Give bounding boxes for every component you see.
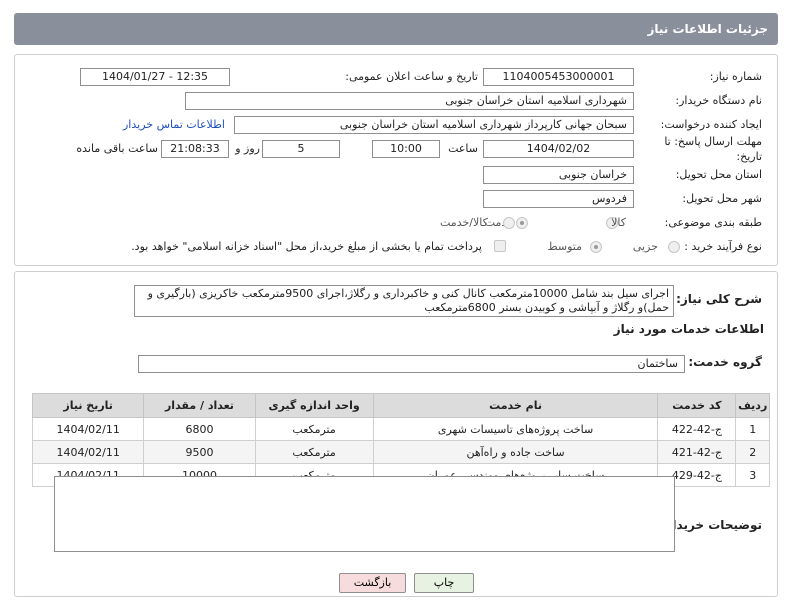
- table-header-row: ردیف کد خدمت نام خدمت واحد اندازه گیری ت…: [31, 393, 770, 418]
- col-row-number: ردیف: [735, 393, 770, 418]
- purchase-minor-radio[interactable]: [668, 241, 680, 253]
- general-desc-label: شرح کلی نیاز:: [676, 292, 762, 306]
- purchase-minor-label: جزیی: [632, 240, 658, 253]
- table-row: 1 ج-42-422 ساخت پروژه‌های تاسیسات شهری م…: [31, 417, 770, 441]
- deadline-time-field: 10:00: [372, 140, 440, 158]
- deadline-date-field: 1404/02/02: [483, 140, 634, 158]
- col-service-code: کد خدمت: [657, 393, 737, 418]
- cell-need-date: 1404/02/11: [31, 440, 145, 464]
- province-label: استان محل تحویل:: [675, 168, 762, 181]
- buyer-org-label: نام دستگاه خریدار:: [675, 94, 762, 107]
- remaining-time-label: ساعت باقی مانده: [76, 142, 158, 155]
- category-label: طبقه بندی موضوعی:: [664, 216, 762, 229]
- buyer-contact-link[interactable]: اطلاعات تماس خریدار: [123, 118, 225, 131]
- back-button[interactable]: بازگشت: [339, 573, 406, 593]
- need-number-label: شماره نیاز:: [709, 70, 762, 83]
- cell-service-name: ساخت پروژه‌های تاسیسات شهری: [372, 417, 659, 441]
- category-goods-service-radio[interactable]: [503, 217, 515, 229]
- category-goods-service-label: کالا/خدمت: [440, 216, 488, 229]
- buyer-notes-field: [54, 476, 675, 552]
- treasury-payment-checkbox[interactable]: [494, 240, 506, 252]
- cell-row-number: 3: [735, 463, 770, 487]
- category-service-radio[interactable]: [516, 217, 528, 229]
- page-header: جزئیات اطلاعات نیاز: [14, 13, 778, 45]
- table-row: 2 ج-42-421 ساخت جاده و راه‌آهن مترمکعب 9…: [31, 440, 770, 464]
- cell-unit: مترمکعب: [254, 417, 374, 441]
- deadline-date-label: تاریخ:: [736, 150, 762, 163]
- province-field: خراسان جنوبی: [483, 166, 634, 184]
- services-section-title: اطلاعات خدمات مورد نیاز: [613, 322, 764, 336]
- cell-unit: مترمکعب: [254, 440, 374, 464]
- col-unit: واحد اندازه گیری: [254, 393, 374, 418]
- announce-datetime-field: 1404/01/27 - 12:35: [80, 68, 230, 86]
- remaining-time-field: 21:08:33: [161, 140, 229, 158]
- purchase-medium-radio[interactable]: [590, 241, 602, 253]
- days-label: روز و: [235, 142, 260, 155]
- cell-service-name: ساخت جاده و راه‌آهن: [372, 440, 659, 464]
- col-service-name: نام خدمت: [372, 393, 659, 418]
- service-group-field: ساختمان: [138, 355, 685, 373]
- days-remaining-field: 5: [262, 140, 340, 158]
- cell-need-date: 1404/02/11: [31, 417, 145, 441]
- col-quantity: تعداد / مقدار: [143, 393, 256, 418]
- general-desc-field: اجرای سیل بند شامل 10000مترمکعب کانال کن…: [134, 285, 674, 317]
- requester-label: ایجاد کننده درخواست:: [660, 118, 762, 131]
- announce-label: تاریخ و ساعت اعلان عمومی:: [345, 70, 478, 83]
- buyer-notes-label: توضیحات خریدار:: [660, 518, 762, 532]
- category-goods-label: کالا: [611, 216, 626, 229]
- cell-quantity: 9500: [143, 440, 256, 464]
- service-group-label: گروه خدمت:: [688, 355, 762, 369]
- services-table: ردیف کد خدمت نام خدمت واحد اندازه گیری ت…: [31, 393, 770, 487]
- requester-field: سبحان جهانی کارپرداز شهرداری اسلامیه است…: [234, 116, 634, 134]
- city-label: شهر محل تحویل:: [682, 192, 762, 205]
- cell-quantity: 6800: [143, 417, 256, 441]
- deadline-label: مهلت ارسال پاسخ: تا: [664, 135, 762, 148]
- purchase-type-label: نوع فرآیند خرید :: [684, 240, 762, 253]
- cell-service-code: ج-42-421: [657, 440, 737, 464]
- cell-row-number: 1: [735, 417, 770, 441]
- page-title: جزئیات اطلاعات نیاز: [647, 22, 768, 36]
- city-field: فردوس: [483, 190, 634, 208]
- purchase-medium-label: متوسط: [547, 240, 582, 253]
- buyer-org-field: شهرداری اسلامیه استان خراسان جنوبی: [185, 92, 634, 110]
- print-button[interactable]: چاپ: [414, 573, 474, 593]
- cell-row-number: 2: [735, 440, 770, 464]
- deadline-time-label: ساعت: [448, 142, 478, 155]
- col-need-date: تاریخ نیاز: [31, 393, 145, 418]
- need-number-field: 1104005453000001: [483, 68, 634, 86]
- cell-service-code: ج-42-422: [657, 417, 737, 441]
- treasury-payment-note: پرداخت تمام یا بخشی از مبلغ خرید،از محل …: [131, 240, 482, 253]
